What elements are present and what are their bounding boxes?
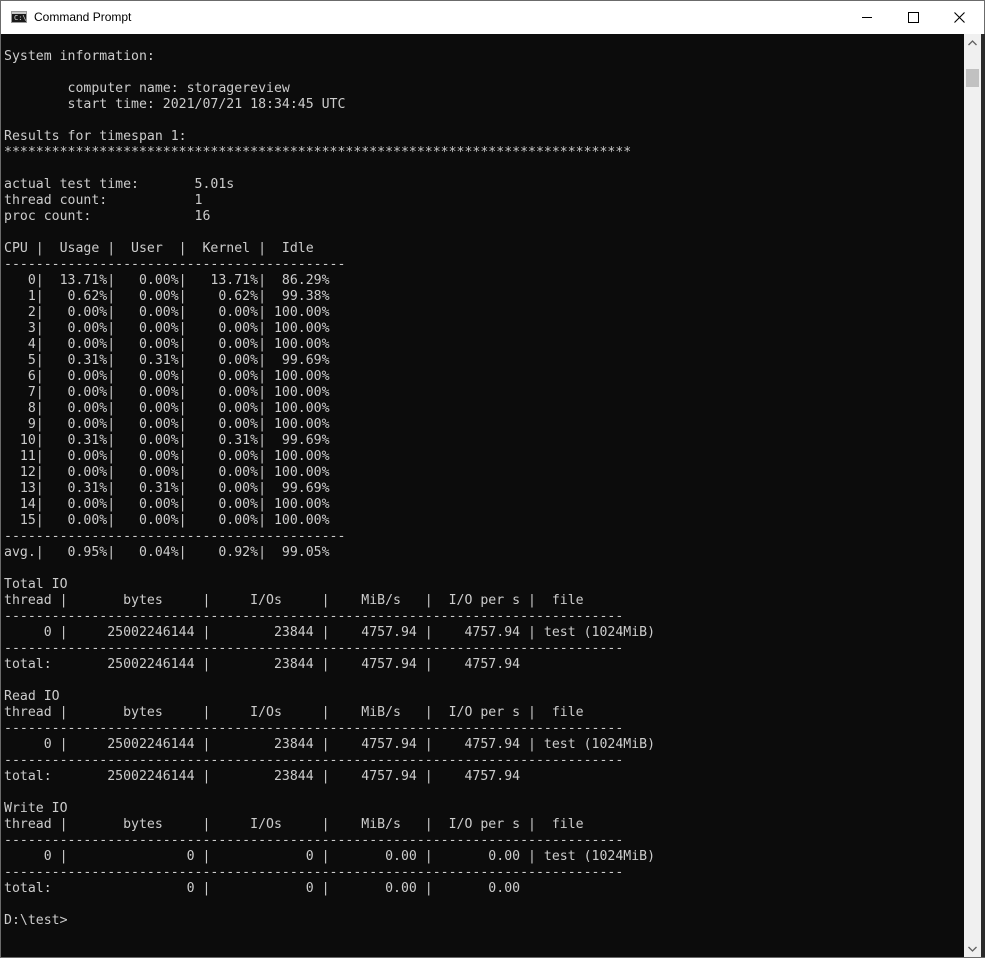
- close-icon: [953, 12, 965, 23]
- console-line: ----------------------------------------…: [4, 609, 624, 624]
- console-line: Write IO: [4, 801, 68, 816]
- console-line: 13| 0.31%| 0.31%| 0.00%| 99.69%: [4, 481, 330, 496]
- scroll-down-button[interactable]: [964, 940, 981, 957]
- minimize-button[interactable]: [844, 1, 890, 34]
- close-button[interactable]: [936, 1, 982, 34]
- console-line: System information:: [4, 49, 155, 64]
- console-line: ****************************************…: [4, 145, 632, 160]
- console-line: 2| 0.00%| 0.00%| 0.00%| 100.00%: [4, 305, 330, 320]
- console-line: D:\test>: [4, 913, 68, 928]
- console-line: 0| 13.71%| 0.00%| 13.71%| 86.29%: [4, 273, 330, 288]
- console-line: ----------------------------------------…: [4, 257, 346, 272]
- console-line: 3| 0.00%| 0.00%| 0.00%| 100.00%: [4, 321, 330, 336]
- scroll-up-button[interactable]: [964, 34, 981, 51]
- console-line: 0 | 25002246144 | 23844 | 4757.94 | 4757…: [4, 737, 656, 752]
- console-line: total: 25002246144 | 23844 | 4757.94 | 4…: [4, 657, 521, 672]
- console-line: ----------------------------------------…: [4, 833, 624, 848]
- console-line: 1| 0.62%| 0.00%| 0.62%| 99.38%: [4, 289, 330, 304]
- console-line: Results for timespan 1:: [4, 129, 187, 144]
- console-line: proc count: 16: [4, 209, 211, 224]
- console-line: thread count: 1: [4, 193, 203, 208]
- console-line: 7| 0.00%| 0.00%| 0.00%| 100.00%: [4, 385, 330, 400]
- console-line: total: 25002246144 | 23844 | 4757.94 | 4…: [4, 769, 521, 784]
- scroll-up-arrow-icon: [968, 39, 977, 45]
- console-line: start time: 2021/07/21 18:34:45 UTC: [4, 97, 346, 112]
- console-line: 12| 0.00%| 0.00%| 0.00%| 100.00%: [4, 465, 330, 480]
- console-area[interactable]: System information: computer name: stora…: [1, 34, 964, 957]
- console-line: actual test time: 5.01s: [4, 177, 235, 192]
- minimize-icon: [862, 17, 872, 18]
- console-line: Total IO: [4, 577, 68, 592]
- maximize-icon: [907, 12, 919, 23]
- console-line: ----------------------------------------…: [4, 865, 624, 880]
- console-line: ----------------------------------------…: [4, 753, 624, 768]
- console-line: 0 | 0 | 0 | 0.00 | 0.00 | test (1024MiB): [4, 849, 656, 864]
- command-prompt-window: C:\ Command Prompt System information: c…: [0, 0, 985, 958]
- console-line: ----------------------------------------…: [4, 529, 346, 544]
- console-line: 8| 0.00%| 0.00%| 0.00%| 100.00%: [4, 401, 330, 416]
- console-output[interactable]: System information: computer name: stora…: [4, 49, 655, 929]
- console-line: ----------------------------------------…: [4, 641, 624, 656]
- vertical-scrollbar[interactable]: [964, 34, 981, 957]
- title-bar[interactable]: C:\ Command Prompt: [1, 1, 984, 34]
- scroll-down-arrow-icon: [968, 946, 977, 952]
- console-line: 9| 0.00%| 0.00%| 0.00%| 100.00%: [4, 417, 330, 432]
- console-line: Read IO: [4, 689, 60, 704]
- console-line: total: 0 | 0 | 0.00 | 0.00: [4, 881, 521, 896]
- console-line: computer name: storagereview: [4, 81, 290, 96]
- console-line: 6| 0.00%| 0.00%| 0.00%| 100.00%: [4, 369, 330, 384]
- console-line: thread | bytes | I/Os | MiB/s | I/O per …: [4, 705, 584, 720]
- console-line: 11| 0.00%| 0.00%| 0.00%| 100.00%: [4, 449, 330, 464]
- cmd-icon[interactable]: C:\: [11, 11, 27, 23]
- console-line: 4| 0.00%| 0.00%| 0.00%| 100.00%: [4, 337, 330, 352]
- window-edge: [981, 34, 985, 957]
- cmd-icon-glyph: C:\: [14, 14, 27, 22]
- console-line: 14| 0.00%| 0.00%| 0.00%| 100.00%: [4, 497, 330, 512]
- console-line: 0 | 25002246144 | 23844 | 4757.94 | 4757…: [4, 625, 656, 640]
- console-line: thread | bytes | I/Os | MiB/s | I/O per …: [4, 817, 584, 832]
- console-line: 5| 0.31%| 0.31%| 0.00%| 99.69%: [4, 353, 330, 368]
- console-line: thread | bytes | I/Os | MiB/s | I/O per …: [4, 593, 584, 608]
- scroll-thumb[interactable]: [966, 69, 979, 87]
- console-line: 15| 0.00%| 0.00%| 0.00%| 100.00%: [4, 513, 330, 528]
- console-line: 10| 0.31%| 0.00%| 0.31%| 99.69%: [4, 433, 330, 448]
- console-line: avg.| 0.95%| 0.04%| 0.92%| 99.05%: [4, 545, 330, 560]
- console-line: ----------------------------------------…: [4, 721, 624, 736]
- maximize-button[interactable]: [890, 1, 936, 34]
- console-line: CPU | Usage | User | Kernel | Idle: [4, 241, 314, 256]
- window-title: Command Prompt: [34, 10, 132, 24]
